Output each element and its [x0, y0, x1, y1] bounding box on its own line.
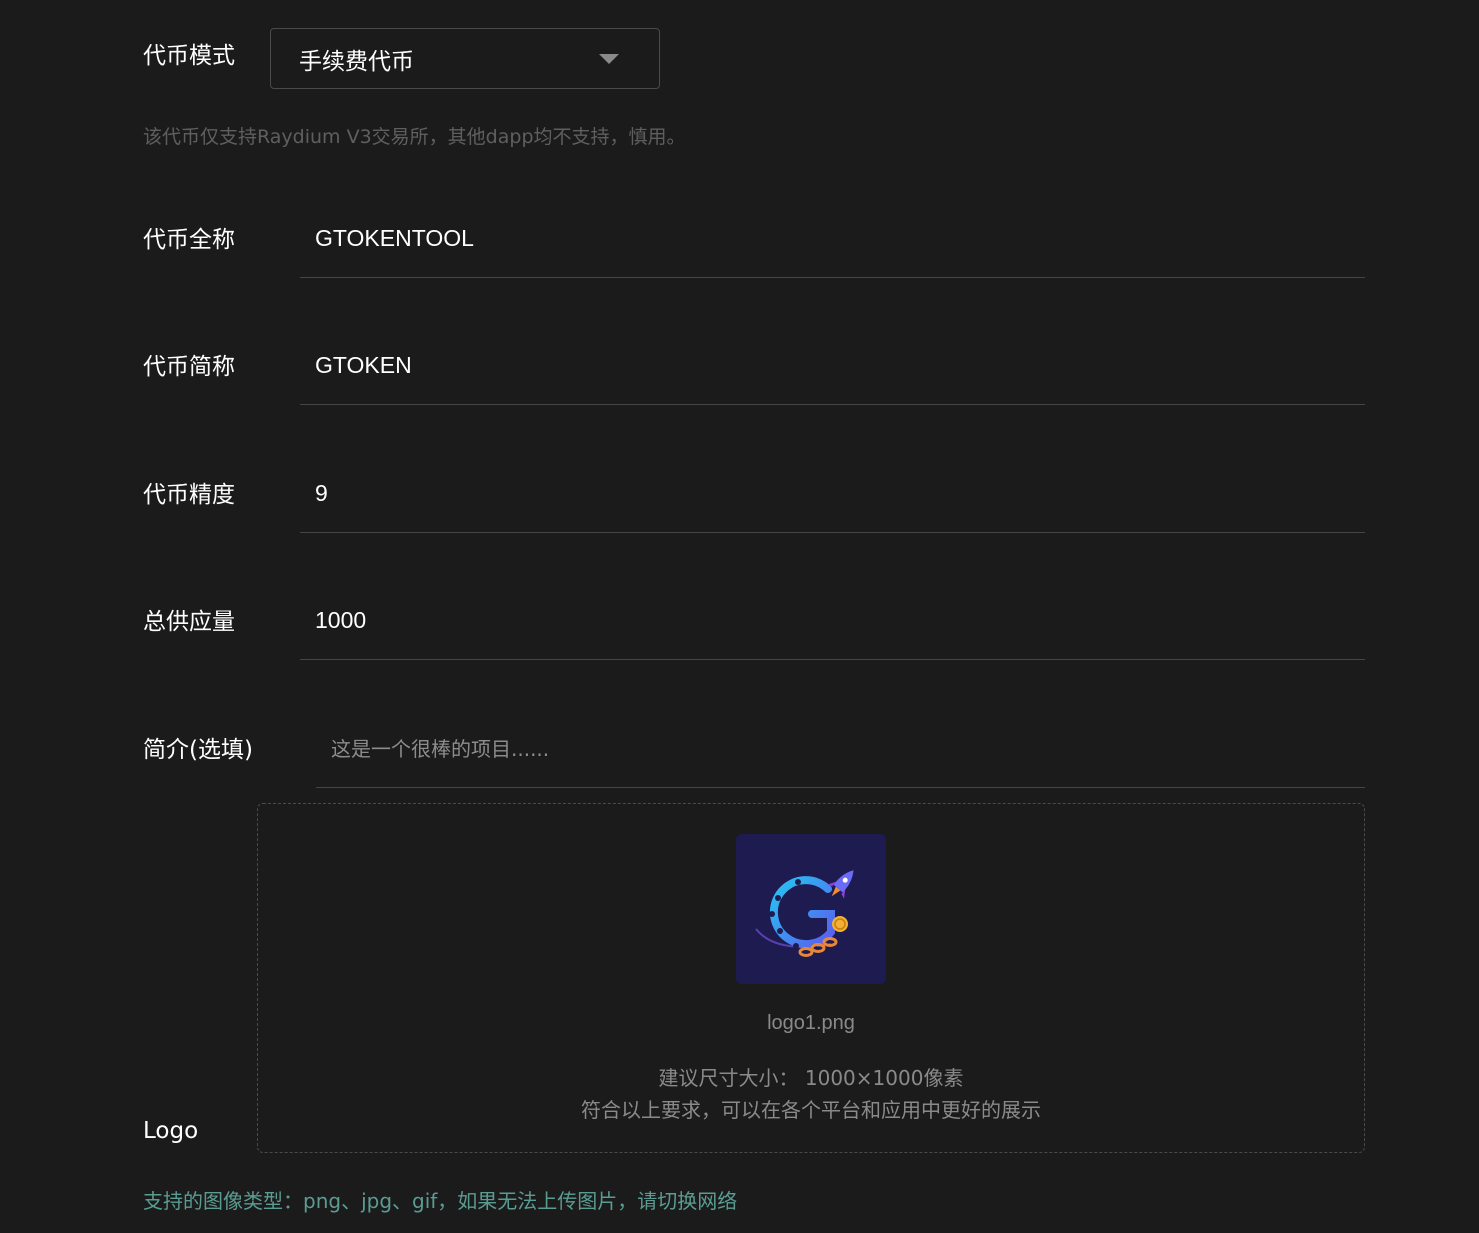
- logo-upload-area[interactable]: logo1.png 建议尺寸大小： 1000×1000像素 符合以上要求，可以在…: [257, 803, 1365, 1153]
- chevron-down-icon: [599, 54, 619, 64]
- description-label: 简介(选填): [143, 737, 253, 763]
- supply-label: 总供应量: [143, 609, 235, 635]
- symbol-label: 代币简称: [143, 354, 235, 380]
- decimals-field: [300, 469, 1365, 533]
- mode-label: 代币模式: [143, 43, 235, 69]
- logo-size-hint: 建议尺寸大小： 1000×1000像素: [658, 1066, 964, 1090]
- logo-preview-image: [736, 834, 886, 984]
- logo-filename: logo1.png: [767, 1012, 855, 1034]
- description-input[interactable]: [316, 724, 1365, 787]
- mode-select-value: 手续费代币: [299, 48, 414, 75]
- full-name-field: [300, 214, 1365, 278]
- token-logo-icon: [736, 834, 886, 984]
- logo-fit-hint: 符合以上要求，可以在各个平台和应用中更好的展示: [581, 1098, 1041, 1122]
- decimals-input[interactable]: [300, 469, 1365, 532]
- mode-hint: 该代币仅支持Raydium V3交易所，其他dapp均不支持，慎用。: [143, 126, 686, 148]
- symbol-field: [300, 341, 1365, 405]
- full-name-label: 代币全称: [143, 227, 235, 253]
- decimals-label: 代币精度: [143, 482, 235, 508]
- token-create-form: 代币模式 手续费代币 该代币仅支持Raydium V3交易所，其他dapp均不支…: [0, 0, 1479, 1233]
- supply-input[interactable]: [300, 596, 1365, 659]
- logo-label: Logo: [143, 1118, 199, 1144]
- supply-field: [300, 596, 1365, 660]
- image-types-hint: 支持的图像类型：png、jpg、gif，如果无法上传图片，请切换网络: [143, 1189, 738, 1213]
- full-name-input[interactable]: [300, 214, 1365, 277]
- symbol-input[interactable]: [300, 341, 1365, 404]
- mode-select[interactable]: 手续费代币: [270, 28, 660, 89]
- description-field: [316, 724, 1365, 788]
